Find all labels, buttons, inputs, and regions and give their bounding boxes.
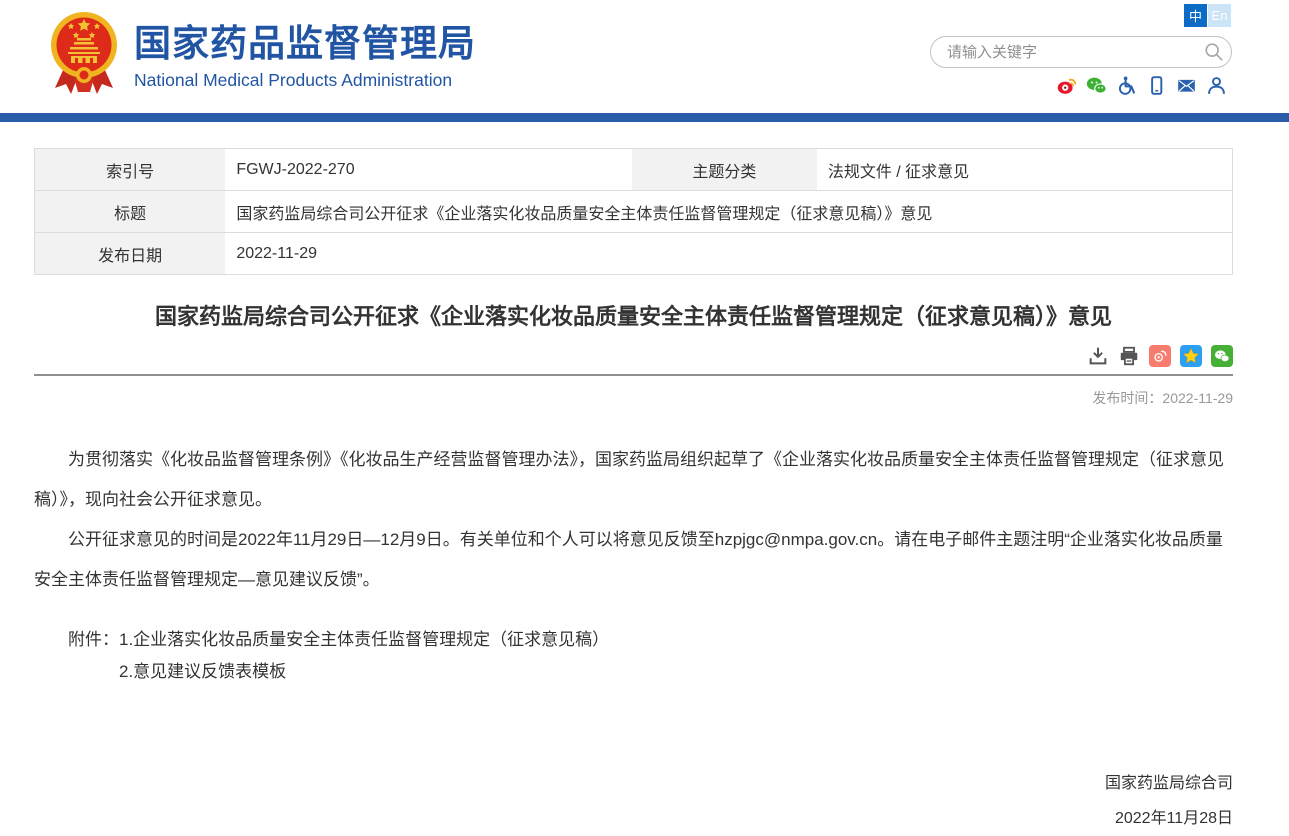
document-meta-table: 索引号 FGWJ-2022-270 主题分类 法规文件 / 征求意见 标题 国家…	[34, 148, 1233, 275]
attachment-link-1[interactable]: 1.企业落实化妆品质量安全主体责任监督管理规定（征求意见稿）	[119, 630, 609, 649]
share-qzone-icon	[1182, 347, 1200, 365]
lang-en-button[interactable]: En	[1208, 4, 1231, 27]
share-wechat-icon	[1214, 348, 1230, 364]
meta-value-index-number: FGWJ-2022-270	[225, 149, 632, 191]
site-search	[930, 36, 1232, 68]
wechat-icon[interactable]	[1086, 75, 1107, 96]
article-signature-block: 国家药监局综合司 2022年11月28日	[34, 766, 1233, 836]
meta-label-topic-category: 主题分类	[632, 149, 817, 191]
share-qzone-button[interactable]	[1180, 345, 1202, 367]
share-weibo-button[interactable]	[1149, 345, 1171, 367]
meta-label-title: 标题	[35, 191, 226, 233]
meta-label-index-number: 索引号	[35, 149, 226, 191]
meta-value-publish-date: 2022-11-29	[225, 233, 1232, 275]
download-icon	[1087, 345, 1109, 367]
national-emblem-logo	[48, 8, 120, 101]
title-divider	[34, 374, 1233, 376]
mail-icon[interactable]	[1176, 75, 1197, 96]
attachments-section: 附件：1.企业落实化妆品质量安全主体责任监督管理规定（征求意见稿） 2.意见建议…	[34, 624, 1233, 688]
search-icon	[1203, 41, 1225, 63]
article-body: 为贯彻落实《化妆品监督管理条例》《化妆品生产经营监督管理办法》，国家药监局组织起…	[34, 440, 1233, 600]
paragraph: 公开征求意见的时间是2022年11月29日—12月9日。有关单位和个人可以将意见…	[34, 520, 1233, 600]
header-quick-links	[1056, 75, 1227, 96]
attachment-line: 附件：1.企业落实化妆品质量安全主体责任监督管理规定（征求意见稿）	[34, 624, 1233, 656]
lang-zh-button[interactable]: 中	[1184, 4, 1207, 27]
paragraph: 为贯彻落实《化妆品监督管理条例》《化妆品生产经营监督管理办法》，国家药监局组织起…	[34, 440, 1233, 520]
meta-row-title: 标题 国家药监局综合司公开征求《企业落实化妆品质量安全主体责任监督管理规定（征求…	[35, 191, 1233, 233]
site-title-en: National Medical Products Administration	[134, 70, 476, 91]
content-container: 索引号 FGWJ-2022-270 主题分类 法规文件 / 征求意见 标题 国家…	[34, 148, 1233, 836]
search-button[interactable]	[1197, 37, 1231, 67]
meta-label-publish-date: 发布日期	[35, 233, 226, 275]
user-icon[interactable]	[1206, 75, 1227, 96]
weibo-icon[interactable]	[1056, 75, 1077, 96]
attachment-line: 2.意见建议反馈表模板	[34, 656, 1233, 688]
site-title-block: 国家药品监督管理局 National Medical Products Admi…	[134, 8, 476, 91]
language-switcher: 中 En	[1183, 4, 1231, 27]
meta-row-publish-date: 发布日期 2022-11-29	[35, 233, 1233, 275]
attachment-link-2[interactable]: 2.意见建议反馈表模板	[119, 662, 286, 681]
accessibility-icon[interactable]	[1116, 75, 1137, 96]
share-weibo-icon	[1152, 348, 1168, 364]
article-title: 国家药监局综合司公开征求《企业落实化妆品质量安全主体责任监督管理规定（征求意见稿…	[34, 302, 1233, 332]
print-icon	[1118, 345, 1140, 367]
site-title-zh: 国家药品监督管理局	[134, 24, 476, 65]
site-header: 国家药品监督管理局 National Medical Products Admi…	[0, 0, 1289, 113]
meta-value-title: 国家药监局综合司公开征求《企业落实化妆品质量安全主体责任监督管理规定（征求意见稿…	[225, 191, 1232, 233]
site-brand[interactable]: 国家药品监督管理局 National Medical Products Admi…	[48, 8, 476, 101]
print-button[interactable]	[1118, 345, 1140, 367]
header-divider-bar	[0, 113, 1289, 122]
attachments-label: 附件：	[68, 630, 119, 649]
search-input[interactable]	[931, 44, 1197, 61]
publish-time: 发布时间：2022-11-29	[34, 388, 1233, 408]
signature-department: 国家药监局综合司	[34, 766, 1233, 801]
meta-row-index: 索引号 FGWJ-2022-270 主题分类 法规文件 / 征求意见	[35, 149, 1233, 191]
article-toolbar	[34, 345, 1233, 374]
meta-value-topic-category: 法规文件 / 征求意见	[817, 149, 1233, 191]
signature-date: 2022年11月28日	[34, 801, 1233, 836]
download-button[interactable]	[1087, 345, 1109, 367]
share-wechat-button[interactable]	[1211, 345, 1233, 367]
mobile-icon[interactable]	[1146, 75, 1167, 96]
